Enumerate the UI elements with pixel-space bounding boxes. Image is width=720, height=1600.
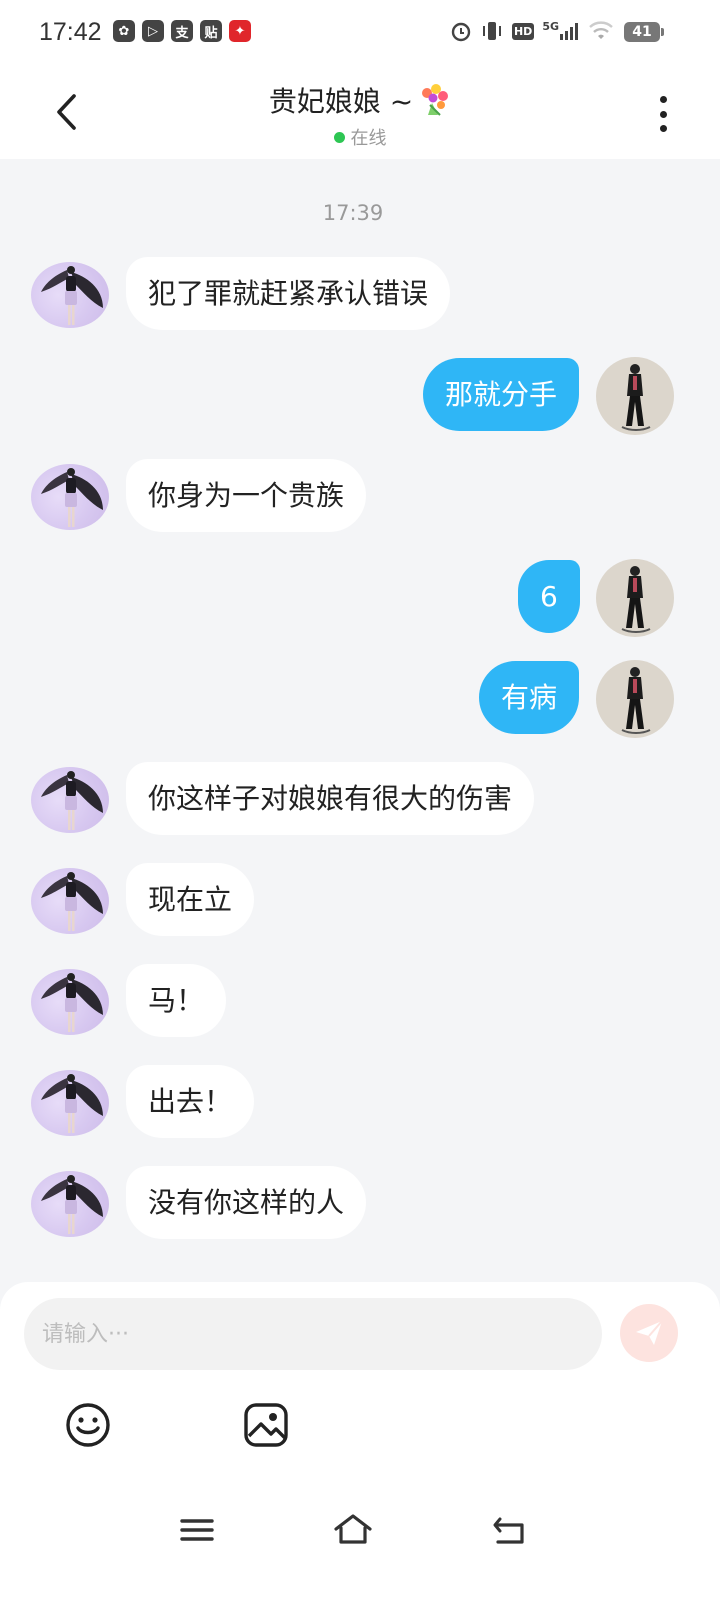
bouquet-icon: [422, 84, 449, 116]
dot: [659, 110, 667, 118]
back-arrow-icon: [493, 1517, 524, 1544]
message-bubble[interactable]: 你这样子对娘娘有很大的伤害: [126, 762, 535, 835]
online-dot: [333, 131, 345, 143]
contact-avatar[interactable]: [31, 767, 109, 833]
network-label: 5G: [542, 20, 559, 33]
contact-avatar[interactable]: [31, 969, 109, 1035]
home-icon: [334, 1514, 372, 1544]
outgoing-message: 那就分手: [0, 357, 720, 435]
system-nav-bar: [0, 1490, 720, 1600]
notification-icons: ✿ ▷ 支 贴 ✦: [113, 20, 251, 42]
menu-icon: [180, 1519, 214, 1541]
message-bubble[interactable]: 那就分手: [423, 358, 580, 431]
image-button[interactable]: [242, 1401, 290, 1449]
alarm-icon: [450, 20, 472, 42]
message-bubble[interactable]: 你身为一个贵族: [126, 459, 367, 532]
message-input[interactable]: [24, 1298, 602, 1370]
dot: [659, 96, 667, 103]
home-button[interactable]: [333, 1510, 373, 1550]
incoming-message: 你这样子对娘娘有很大的伤害: [0, 762, 720, 838]
user-avatar[interactable]: [596, 660, 674, 738]
vibrate-icon: [480, 20, 504, 42]
page-title: 贵妃娘娘 ~: [269, 80, 451, 120]
contact-avatar[interactable]: [31, 868, 109, 934]
outgoing-message: 6: [0, 559, 720, 637]
message-bubble[interactable]: 没有你这样的人: [126, 1166, 367, 1239]
user-avatar[interactable]: [596, 559, 674, 637]
user-avatar[interactable]: [596, 357, 674, 435]
back-nav-button[interactable]: [490, 1510, 530, 1550]
emoji-icon: [66, 1403, 110, 1447]
message-bubble[interactable]: 6: [518, 560, 580, 633]
incoming-message: 现在立: [0, 863, 720, 939]
hd-icon: HD: [511, 20, 535, 42]
huawei-icon: ✦: [229, 20, 251, 42]
send-button[interactable]: [620, 1304, 678, 1362]
online-status: 在线: [0, 124, 720, 150]
status-bar: 17:42 ✿ ▷ 支 贴 ✦ HD 5G 41: [0, 0, 720, 66]
online-status-text: 在线: [350, 128, 387, 149]
incoming-message: 犯了罪就赶紧承认错误: [0, 257, 720, 333]
emoji-button[interactable]: [64, 1401, 112, 1449]
contact-avatar[interactable]: [31, 1171, 109, 1237]
chat-header: 贵妃娘娘 ~ 在线: [0, 66, 720, 159]
battery-indicator: 41: [624, 22, 664, 42]
contact-name: 贵妃娘娘 ~: [268, 85, 414, 118]
contact-avatar[interactable]: [31, 1070, 109, 1136]
dot: [659, 125, 667, 132]
incoming-message: 没有你这样的人: [0, 1166, 720, 1242]
status-time: 17:42: [39, 18, 102, 46]
wifi-icon: [588, 20, 614, 42]
signal-icon: 5G: [542, 20, 580, 42]
video-icon: ▷: [142, 20, 164, 42]
message-bubble[interactable]: 有病: [479, 661, 580, 734]
send-icon: [636, 1320, 663, 1345]
image-icon: [244, 1403, 288, 1447]
message-bubble[interactable]: 马！: [126, 964, 227, 1037]
incoming-message: 出去！: [0, 1065, 720, 1141]
more-options-button[interactable]: [651, 94, 675, 134]
header-title-group: 贵妃娘娘 ~ 在线: [0, 80, 720, 150]
incoming-message: 你身为一个贵族: [0, 459, 720, 535]
hd-label: HD: [511, 22, 535, 40]
alipay-icon: 支: [171, 20, 193, 42]
tieba-icon: 贴: [200, 20, 222, 42]
contact-avatar[interactable]: [31, 262, 109, 328]
incoming-message: 马！: [0, 964, 720, 1040]
contact-avatar[interactable]: [31, 464, 109, 530]
message-bubble[interactable]: 出去！: [126, 1065, 255, 1138]
message-bubble[interactable]: 现在立: [126, 863, 255, 936]
recents-button[interactable]: [177, 1510, 217, 1550]
outgoing-message: 有病: [0, 660, 720, 738]
message-timestamp: 17:39: [322, 201, 384, 225]
wechat-icon: ✿: [113, 20, 135, 42]
system-icons: HD 5G: [450, 20, 614, 42]
message-bubble[interactable]: 犯了罪就赶紧承认错误: [126, 257, 451, 330]
